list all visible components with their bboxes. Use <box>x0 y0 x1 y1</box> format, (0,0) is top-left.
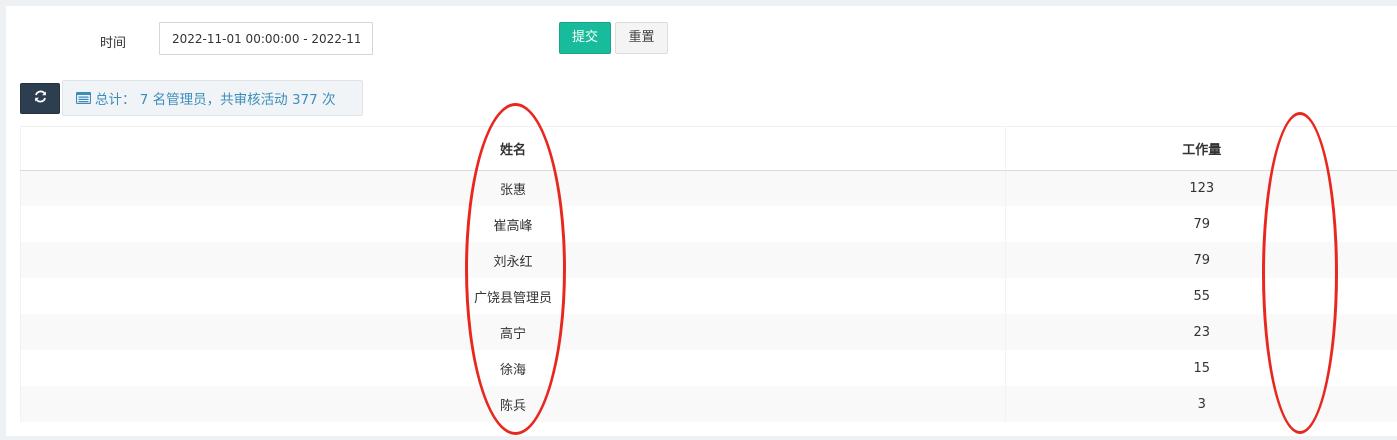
workload-cell: 79 <box>1005 242 1397 278</box>
name-cell: 张惠 <box>20 170 1006 206</box>
submit-button[interactable]: 提交 <box>559 22 611 54</box>
workload-cell: 23 <box>1005 314 1397 350</box>
refresh-button[interactable] <box>20 83 60 114</box>
name-cell: 徐海 <box>20 350 1006 386</box>
workload-cell: 79 <box>1005 206 1397 242</box>
name-cell: 陈兵 <box>20 386 1006 422</box>
workload-table: 姓名 工作量 张惠 123 崔高峰 79 刘永红 79 广饶县管理员 55 高宁… <box>20 126 1397 436</box>
workload-cell: 123 <box>1005 170 1397 206</box>
list-alt-icon <box>76 92 91 104</box>
table-row: 张惠 123 <box>20 170 1397 206</box>
reset-button[interactable]: 重置 <box>615 22 668 54</box>
name-cell: 刘永红 <box>20 242 1006 278</box>
workload-cell: 55 <box>1005 278 1397 314</box>
table-row: 高宁 23 <box>20 314 1397 350</box>
refresh-icon <box>34 90 47 107</box>
name-cell: 崔高峰 <box>20 206 1006 242</box>
table-row: 刘永红 79 <box>20 242 1397 278</box>
table-row: 徐海 15 <box>20 350 1397 386</box>
table-row: 广饶县管理员 55 <box>20 278 1397 314</box>
content-panel: 时间 提交 重置 总计： 7 名管理员，共审核活动 377 次 <box>6 6 1397 436</box>
workload-cell: 3 <box>1005 386 1397 422</box>
table-row: 崔高峰 79 <box>20 206 1397 242</box>
name-cell: 高宁 <box>20 314 1006 350</box>
name-cell: 广饶县管理员 <box>20 278 1006 314</box>
summary-text: 总计： 7 名管理员，共审核活动 377 次 <box>95 92 336 108</box>
time-range-input[interactable] <box>159 22 373 55</box>
table-header-row: 姓名 工作量 <box>20 127 1397 171</box>
column-header-name[interactable]: 姓名 <box>20 127 1006 171</box>
workload-cell: 15 <box>1005 350 1397 386</box>
column-header-workload[interactable]: 工作量 <box>1005 127 1397 171</box>
time-label: 时间 <box>100 36 127 51</box>
table-row: 陈兵 3 <box>20 386 1397 422</box>
summary-badge: 总计： 7 名管理员，共审核活动 377 次 <box>62 80 363 116</box>
